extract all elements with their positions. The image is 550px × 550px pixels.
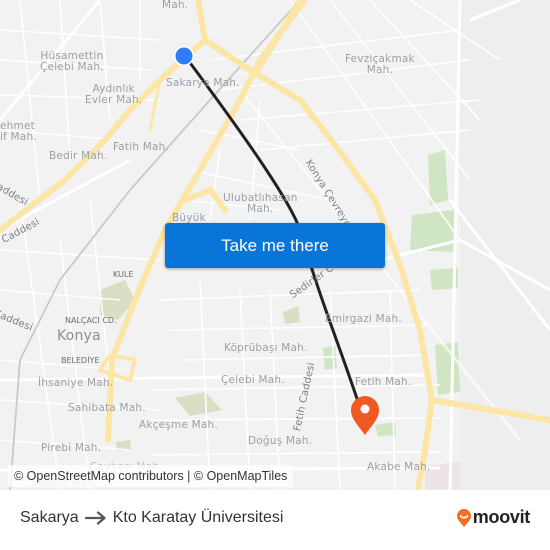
origin-dot-icon[interactable] <box>174 46 194 66</box>
footer: Sakarya Kto Karatay Üniversitesi moovit <box>0 490 550 550</box>
route-summary: Sakarya Kto Karatay Üniversitesi <box>20 509 283 527</box>
moovit-wordmark: moovit <box>472 507 531 527</box>
map-label-mehmet: ehmet if Mah. <box>0 120 37 143</box>
map-label-ulubatlihasan: Ulubatlıhasan Mah. <box>223 192 298 215</box>
map-label-fatih: Fatih Mah. <box>113 141 170 153</box>
map-label-pirebi: Pirebi Mah. <box>41 442 102 454</box>
map-attribution[interactable]: © OpenStreetMap contributors | © OpenMap… <box>8 465 294 487</box>
moovit-brand[interactable]: moovit <box>456 507 530 528</box>
map-label-akabe: Akabe Mah. <box>367 461 431 473</box>
map-label-celebi: Çelebi Mah. <box>221 374 285 386</box>
poi-label-nalcaci: NALÇACI CD. <box>65 316 117 325</box>
map-label-ihsaniye: İhsaniye Mah. <box>38 377 114 389</box>
map-label-fetih: Fetih Mah. <box>355 376 412 388</box>
take-me-there-button[interactable]: Take me there <box>165 223 385 268</box>
map-label-dogus: Doğuş Mah. <box>248 435 313 447</box>
map-label-fevzicakmak: Fevziçakmak Mah. <box>345 53 415 76</box>
destination-name: Kto Karatay Üniversitesi <box>112 509 284 526</box>
city-label-konya: Konya <box>57 328 101 344</box>
map-label-aydinlik: Aydınlık Evler Mah. <box>85 83 143 106</box>
map-label-mah: Mah. <box>162 0 189 11</box>
map-label-akcesme: Akçeşme Mah. <box>139 419 218 431</box>
map-label-husamettin: Hüsamettin Çelebi Mah. <box>40 50 104 73</box>
origin-name: Sakarya <box>20 509 79 526</box>
poi-label-belediye: BELEDİYE <box>61 356 100 365</box>
map-label-sahibata: Sahibata Mah. <box>68 402 146 414</box>
park <box>323 346 337 370</box>
map-label-sakarya: Sakarya Mah. <box>166 77 240 89</box>
map-label-bedir: Bedir Mah. <box>49 150 108 162</box>
map-label-emirgazi: Emirgazi Mah. <box>325 313 402 325</box>
poi-label-kule: KULE <box>113 270 134 279</box>
map[interactable]: Mah. Hüsamettin Çelebi Mah. Aydınlık Evl… <box>0 0 550 490</box>
park <box>428 150 448 205</box>
moovit-logo-icon <box>456 508 472 528</box>
map-label-koprubasi: Köprübaşı Mah. <box>224 342 308 354</box>
arrow-right-icon <box>84 511 107 525</box>
